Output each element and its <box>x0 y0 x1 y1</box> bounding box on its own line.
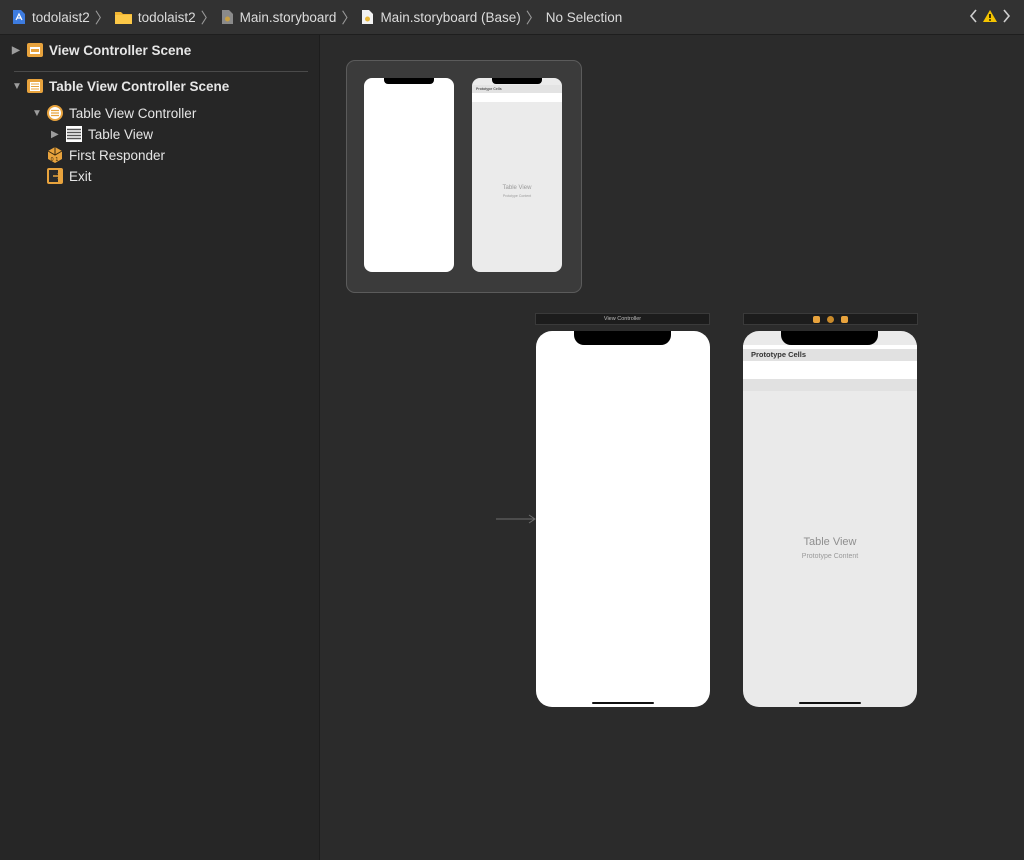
breadcrumb-label: No Selection <box>545 9 623 25</box>
table-view-controller-device[interactable]: Prototype Cells Table View Prototype Con… <box>743 331 917 707</box>
home-indicator <box>592 702 654 704</box>
table-view-icon <box>65 125 83 143</box>
disclosure-closed-icon[interactable]: ▶ <box>12 45 26 56</box>
device-notch <box>384 78 434 84</box>
breadcrumb-separator: 〉 <box>341 9 357 27</box>
device-notch <box>492 78 542 84</box>
table-view-label: Table View <box>502 185 532 191</box>
exit-dock-icon[interactable] <box>841 315 848 323</box>
svg-text:0 1: 0 1 <box>51 157 59 163</box>
entry-point-arrow[interactable] <box>496 513 538 525</box>
view-controller-scene-bar[interactable]: View Controller <box>535 313 710 325</box>
storyboard-file-icon <box>221 9 234 25</box>
table-section-separator <box>743 379 917 391</box>
breadcrumb-label: Main.storyboard (Base) <box>380 9 521 25</box>
breadcrumb-storyboard-base[interactable]: Main.storyboard (Base) <box>361 9 521 25</box>
table-view-sublabel: Prototype Content <box>502 194 532 198</box>
first-responder-dock-icon[interactable] <box>827 315 834 323</box>
prototype-cells-header: Prototype Cells <box>472 85 562 93</box>
table-view-controller-scene-bar[interactable] <box>743 313 918 325</box>
outline-label: Table View Controller <box>69 105 197 121</box>
breadcrumb-label: Main.storyboard <box>239 9 337 25</box>
jump-bar: todolaist2 〉 todolaist2 〉 Main.storyboar… <box>0 0 1024 35</box>
prototype-cell[interactable] <box>743 361 917 379</box>
prototype-cell <box>472 93 562 102</box>
breadcrumb-storyboard[interactable]: Main.storyboard <box>221 9 337 25</box>
breadcrumb-separator: 〉 <box>525 9 541 27</box>
first-responder-icon: 0 1 <box>46 146 64 164</box>
prototype-cells-header: Prototype Cells <box>743 349 917 361</box>
outline-scene-table-view-controller[interactable]: ▼ Table View Controller Scene <box>12 78 229 94</box>
storyboard-base-icon <box>361 9 374 25</box>
breadcrumb-separator: 〉 <box>94 9 110 27</box>
canvas-overview[interactable]: Prototype Cells Table View Prototype Con… <box>346 60 582 293</box>
document-outline: ▶ View Controller Scene ▼ Table View Con… <box>0 35 320 860</box>
outline-item-table-view-controller[interactable]: ▼ Table View Controller <box>32 104 196 122</box>
breadcrumb-label: todolaist2 <box>32 9 90 25</box>
outline-divider <box>14 71 308 72</box>
breadcrumb-folder[interactable]: todolaist2 <box>114 9 196 25</box>
outline-scene-view-controller[interactable]: ▶ View Controller Scene <box>12 42 191 58</box>
breadcrumb-separator: 〉 <box>200 9 216 27</box>
device-notch <box>781 331 878 345</box>
outline-item-exit[interactable]: Exit <box>46 167 92 185</box>
warning-icon[interactable] <box>982 9 998 23</box>
disclosure-open-icon[interactable]: ▼ <box>32 108 46 119</box>
disclosure-open-icon[interactable]: ▼ <box>12 81 26 92</box>
disclosure-closed-icon[interactable]: ▶ <box>51 129 65 140</box>
outline-label: Table View <box>88 126 154 142</box>
breadcrumb-label: todolaist2 <box>137 9 196 25</box>
chevron-right-icon[interactable] <box>1002 8 1012 24</box>
chevron-left-icon[interactable] <box>968 8 978 24</box>
breadcrumb-selection[interactable]: No Selection <box>546 10 623 25</box>
outline-item-table-view[interactable]: ▶ Table View <box>51 125 153 143</box>
exit-icon <box>46 167 64 185</box>
breadcrumb: todolaist2 〉 todolaist2 〉 Main.storyboar… <box>0 7 622 28</box>
outline-label: View Controller Scene <box>49 42 192 58</box>
view-controller-device[interactable] <box>536 331 710 707</box>
storyboard-canvas[interactable]: Prototype Cells Table View Prototype Con… <box>321 35 1024 860</box>
overview-table-view-controller[interactable]: Prototype Cells Table View Prototype Con… <box>472 78 562 272</box>
folder-icon <box>114 10 132 24</box>
table-view-label: Table View <box>803 536 857 548</box>
device-notch <box>574 331 671 345</box>
outline-item-first-responder[interactable]: 0 1 First Responder <box>46 146 165 164</box>
project-icon <box>12 9 26 25</box>
table-view-sublabel: Prototype Content <box>801 553 859 560</box>
view-controller-dock-icon[interactable] <box>813 315 820 323</box>
outline-label: Exit <box>69 168 92 184</box>
home-indicator <box>799 702 861 704</box>
outline-label: Table View Controller Scene <box>49 78 230 94</box>
scene-icon <box>26 42 44 58</box>
breadcrumb-project[interactable]: todolaist2 <box>12 9 90 25</box>
overview-view-controller[interactable] <box>364 78 454 272</box>
scene-icon <box>26 78 44 94</box>
outline-label: First Responder <box>69 147 166 163</box>
table-view-controller-icon <box>46 104 64 122</box>
